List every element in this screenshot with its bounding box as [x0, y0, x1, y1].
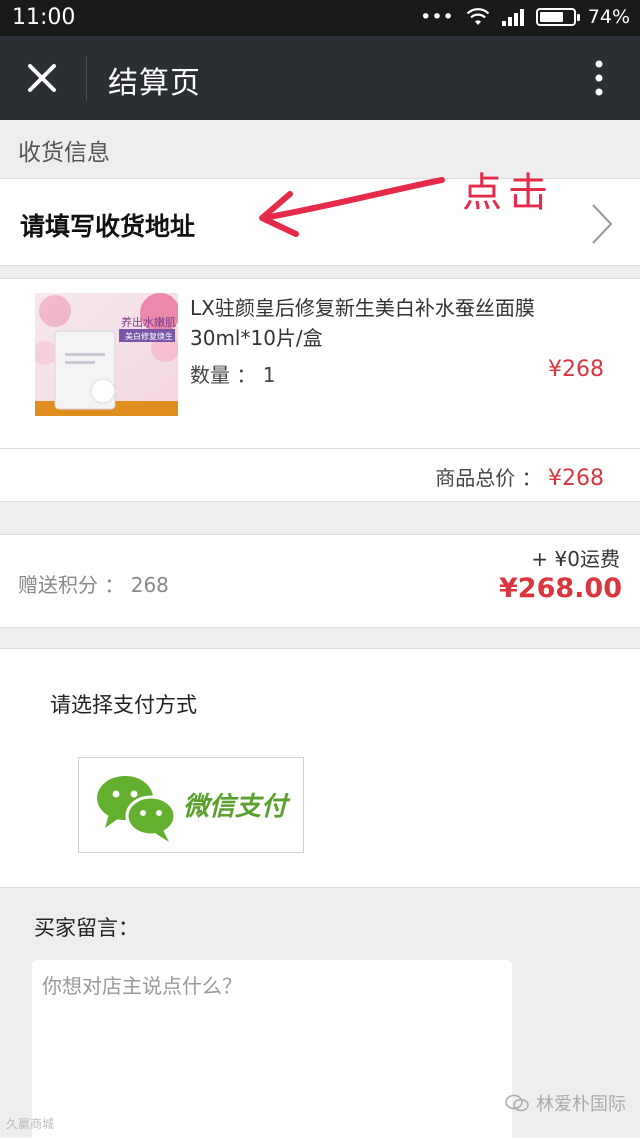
- watermark-left: 久赢商城: [6, 1117, 55, 1131]
- subtotal-text: 商品总价 ：: [435, 466, 542, 490]
- wechat-official-icon: [505, 1094, 529, 1112]
- reward-points: 赠送积分 ： 268: [18, 573, 169, 597]
- product-item: 养出水嫩肌 美白修复焕生 LX驻颜皇后修复新生美白补水蚕丝面膜30ml*10片/…: [0, 278, 640, 448]
- wechat-icon: [97, 776, 177, 842]
- status-icons: ••• 74%: [420, 6, 630, 28]
- wechat-pay-button[interactable]: 微信支付: [78, 757, 304, 853]
- battery-icon: [535, 8, 580, 26]
- payment-section: 请选择支付方式 微信支付: [0, 648, 640, 888]
- shipping-fee: + ¥0运费: [531, 547, 620, 571]
- subtotal-amount: ¥268: [548, 466, 604, 491]
- watermark-right: 林爱朴国际: [504, 1090, 626, 1116]
- buyer-message-input[interactable]: [32, 960, 512, 1138]
- product-name: LX驻颜皇后修复新生美白补水蚕丝面膜30ml*10片/盒: [190, 296, 535, 350]
- annotation-arrow-icon: [259, 177, 445, 237]
- signal-icon: [501, 9, 524, 26]
- page-title: 结算页: [108, 66, 201, 101]
- nav-divider: [86, 56, 87, 100]
- close-icon[interactable]: [22, 58, 62, 98]
- status-bar: 11:00 ••• 74%: [0, 0, 640, 36]
- product-image-subtext: 美白修复焕生: [125, 331, 173, 341]
- payment-label: 请选择支付方式: [50, 693, 197, 717]
- battery-percent: 74%: [587, 6, 630, 28]
- more-options-icon[interactable]: [594, 58, 604, 98]
- top-nav-bar: 结算页: [0, 36, 640, 120]
- buyer-message-label: 买家留言：: [34, 916, 139, 940]
- subtotal-label: 商品总价 ： ¥268: [435, 462, 604, 491]
- watermark-right-text: 林爱朴国际: [536, 1094, 626, 1115]
- grand-total: ¥268.00: [499, 573, 622, 604]
- product-price: ¥268: [548, 357, 604, 382]
- product-image: 养出水嫩肌 美白修复焕生: [35, 293, 178, 416]
- wifi-icon: [466, 8, 490, 25]
- product-image-text: 养出水嫩肌: [121, 315, 176, 329]
- chevron-right-icon: [592, 204, 613, 244]
- order-summary: 赠送积分 ： 268 + ¥0运费 ¥268.00: [0, 534, 640, 628]
- subtotal-row: 商品总价 ： ¥268: [0, 448, 640, 502]
- annotation-text: 点击: [462, 170, 554, 216]
- wechat-pay-label: 微信支付: [183, 792, 288, 822]
- status-time: 11:00: [12, 5, 76, 30]
- shipping-section-title: 收货信息: [18, 140, 110, 166]
- dots-icon: •••: [420, 6, 454, 28]
- address-prompt: 请填写收货地址: [20, 212, 196, 241]
- product-quantity: 数量 ： 1: [190, 363, 276, 387]
